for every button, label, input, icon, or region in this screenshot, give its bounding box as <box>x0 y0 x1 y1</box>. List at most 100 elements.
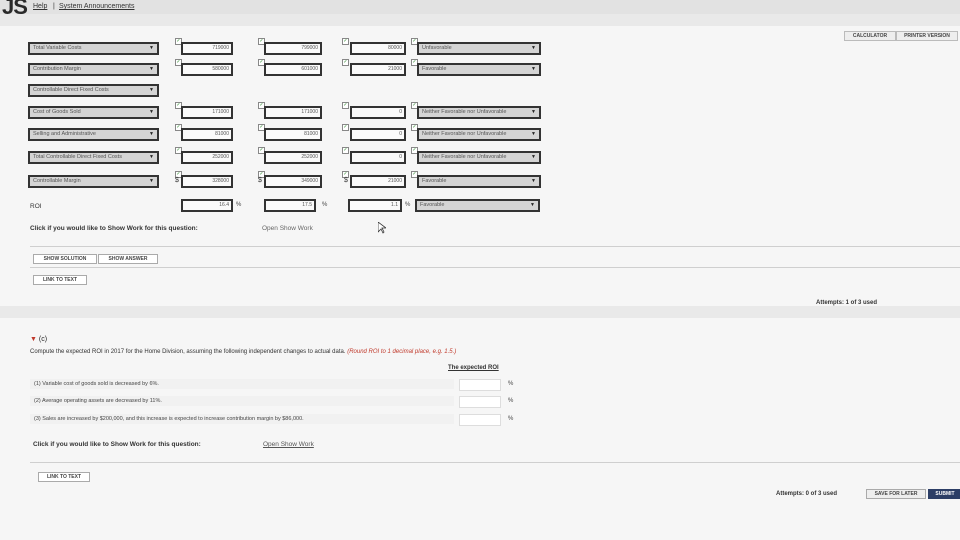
row-label-value: Cost of Goods Sold <box>33 109 81 115</box>
amount-2017-input[interactable]: 252000 <box>181 151 233 164</box>
list-item: (1) Variable cost of goods sold is decre… <box>30 379 454 389</box>
row-label-select[interactable]: Controllable Direct Fixed Costs ▼ <box>28 84 159 97</box>
dollar-sign: $ <box>344 177 348 184</box>
chevron-down-icon: ▼ <box>530 202 535 208</box>
top-bar <box>0 0 960 14</box>
amount-2016-input[interactable]: 349000 <box>264 175 322 188</box>
save-for-later-button[interactable]: SAVE FOR LATER <box>866 489 926 499</box>
dollar-sign: $ <box>258 177 262 184</box>
amount-2017-input[interactable]: 81000 <box>181 128 233 141</box>
status-select[interactable]: Favorable ▼ <box>417 63 541 76</box>
checkbox-icon[interactable]: ✓ <box>342 59 349 66</box>
row-label-select[interactable]: Selling and Administrative ▼ <box>28 128 159 141</box>
status-select[interactable]: Neither Favorable nor Unfavorable ▼ <box>417 151 541 164</box>
percent-unit: % <box>508 416 514 422</box>
difference-input[interactable]: 21000 <box>350 63 406 76</box>
expected-roi-header: The expected ROI <box>448 365 499 371</box>
chevron-down-icon: ▼ <box>531 45 536 51</box>
expected-roi-input-3[interactable] <box>459 414 501 426</box>
row-label-select[interactable]: Cost of Goods Sold ▼ <box>28 106 159 119</box>
amount-2016-input[interactable]: 252000 <box>264 151 322 164</box>
checkbox-icon[interactable]: ✓ <box>342 38 349 45</box>
difference-input[interactable]: 80000 <box>350 42 406 55</box>
checkbox-icon[interactable]: ✓ <box>342 124 349 131</box>
open-show-work-b[interactable]: Open Show Work <box>262 225 313 232</box>
link-to-text-button-c[interactable]: LINK TO TEXT <box>38 472 90 482</box>
chevron-down-icon: ▼ <box>531 154 536 160</box>
roi-2017-input[interactable]: 16.4 <box>181 199 233 212</box>
row-label-select[interactable]: Total Controllable Direct Fixed Costs ▼ <box>28 151 159 164</box>
calculator-button[interactable]: CALCULATOR <box>844 31 896 41</box>
row-label-select[interactable]: Contribution Margin ▼ <box>28 63 159 76</box>
cursor-icon <box>378 222 386 234</box>
roi-label: ROI <box>30 203 42 210</box>
open-show-work-c[interactable]: Open Show Work <box>263 441 314 448</box>
status-value: Unfavorable <box>422 45 452 51</box>
roi-status-value: Favorable <box>420 202 445 208</box>
chevron-down-icon: ▼ <box>531 178 536 184</box>
row-label-value: Controllable Margin <box>33 178 81 184</box>
chevron-down-icon: ▼ <box>149 109 154 115</box>
site-logo: JS <box>2 0 28 19</box>
difference-input[interactable]: 21000 <box>350 175 406 188</box>
roi-diff-percent: % <box>405 202 411 208</box>
roi-diff-input[interactable]: 1.1 <box>348 199 402 212</box>
status-select[interactable]: Neither Favorable nor Unfavorable ▼ <box>417 128 541 141</box>
checkbox-icon[interactable]: ✓ <box>342 147 349 154</box>
rounding-note: (Round ROI to 1 decimal place, e.g. 1.5.… <box>347 349 457 355</box>
chevron-down-icon: ▼ <box>149 154 154 160</box>
dollar-sign: $ <box>175 177 179 184</box>
amount-2016-input[interactable]: 171000 <box>264 106 322 119</box>
part-c-label: (c) <box>38 336 48 343</box>
roi-2016-input[interactable]: 17.5 <box>264 199 316 212</box>
divider <box>30 246 960 247</box>
row-label-value: Contribution Margin <box>33 66 81 72</box>
row-label-value: Total Variable Costs <box>33 45 82 51</box>
status-value: Favorable <box>422 178 447 184</box>
system-announcements-link[interactable]: System Announcements <box>59 3 135 10</box>
printer-version-button[interactable]: PRINTER VERSION <box>896 31 958 41</box>
link-to-text-button-b[interactable]: LINK TO TEXT <box>33 275 87 285</box>
part-c-toggle[interactable]: ▼ (c) <box>30 336 47 343</box>
expected-roi-input-2[interactable] <box>459 396 501 408</box>
status-value: Favorable <box>422 66 447 72</box>
part-c-instruction: Compute the expected ROI in 2017 for the… <box>30 349 456 355</box>
show-solution-button[interactable]: SHOW SOLUTION <box>33 254 97 264</box>
triangle-down-icon: ▼ <box>30 336 37 343</box>
roi-status-select[interactable]: Favorable ▼ <box>415 199 540 212</box>
amount-2017-input[interactable]: 171000 <box>181 106 233 119</box>
percent-unit: % <box>508 398 514 404</box>
row-label-value: Total Controllable Direct Fixed Costs <box>33 154 122 160</box>
amount-2017-input[interactable]: 580000 <box>181 63 233 76</box>
attempts-c: Attempts: 0 of 3 used <box>776 491 838 497</box>
row-label-value: Controllable Direct Fixed Costs <box>33 87 109 93</box>
row-label-select[interactable]: Controllable Margin ▼ <box>28 175 159 188</box>
difference-input[interactable]: 0 <box>350 106 406 119</box>
divider <box>30 462 960 463</box>
list-item: (2) Average operating assets are decreas… <box>30 396 454 406</box>
difference-input[interactable]: 0 <box>350 151 406 164</box>
amount-2017-input[interactable]: 328000 <box>181 175 233 188</box>
roi-2017-percent: % <box>236 202 242 208</box>
expected-roi-input-1[interactable] <box>459 379 501 391</box>
status-select[interactable]: Unfavorable ▼ <box>417 42 541 55</box>
amount-2016-input[interactable]: 799000 <box>264 42 322 55</box>
list-item: (3) Sales are increased by $200,000, and… <box>30 414 454 424</box>
status-select[interactable]: Neither Favorable nor Unfavorable ▼ <box>417 106 541 119</box>
submit-button[interactable]: SUBMIT <box>928 489 960 499</box>
link-separator: | <box>53 3 55 10</box>
amount-2016-input[interactable]: 601000 <box>264 63 322 76</box>
show-answer-button[interactable]: SHOW ANSWER <box>98 254 158 264</box>
amount-2017-input[interactable]: 719000 <box>181 42 233 55</box>
row-label-select[interactable]: Total Variable Costs ▼ <box>28 42 159 55</box>
chevron-down-icon: ▼ <box>149 131 154 137</box>
difference-input[interactable]: 0 <box>350 128 406 141</box>
divider <box>30 267 960 268</box>
status-value: Neither Favorable nor Unfavorable <box>422 109 507 115</box>
status-select[interactable]: Favorable ▼ <box>417 175 541 188</box>
checkbox-icon[interactable]: ✓ <box>342 102 349 109</box>
chevron-down-icon: ▼ <box>149 178 154 184</box>
percent-unit: % <box>508 381 514 387</box>
amount-2016-input[interactable]: 81000 <box>264 128 322 141</box>
help-link[interactable]: Help <box>33 3 47 10</box>
